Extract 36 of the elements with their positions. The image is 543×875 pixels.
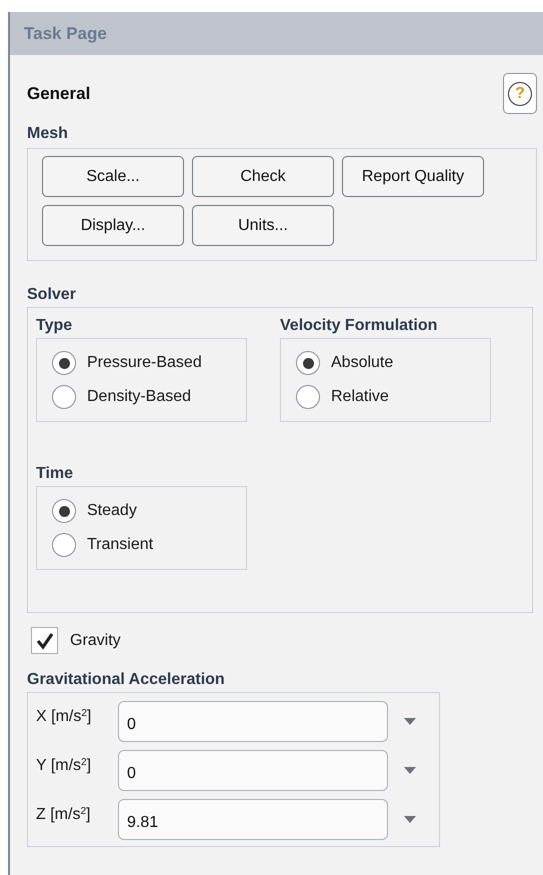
mesh-button[interactable]: Units... (192, 205, 334, 246)
radio-label: Relative (331, 387, 389, 407)
radio-label: Steady (87, 501, 137, 521)
radio-button[interactable] (52, 499, 76, 523)
mesh-button[interactable]: Check (192, 156, 334, 197)
radio-button[interactable] (52, 385, 76, 409)
mesh-button[interactable]: Display... (42, 205, 184, 246)
group-heading: Time (36, 464, 74, 484)
group-heading: Velocity Formulation (280, 316, 438, 336)
checkbox-label: Gravity (70, 630, 121, 650)
field-label: X [m/s$^{2}$] (36, 707, 92, 727)
dropdown-arrow-icon[interactable] (404, 718, 416, 725)
radio-button[interactable] (296, 351, 320, 375)
gravity-checkbox[interactable] (31, 627, 58, 654)
field-label: Y [m/s$^{2}$] (36, 756, 92, 776)
radio-button[interactable] (296, 385, 320, 409)
mesh-button[interactable]: Report Quality (342, 156, 484, 197)
radio-button[interactable] (52, 351, 76, 375)
radio-label: Absolute (331, 353, 394, 373)
dropdown-arrow-icon[interactable] (404, 767, 416, 774)
value-field[interactable]: 0 (118, 701, 388, 742)
group-heading: Type (36, 316, 74, 336)
mesh-button[interactable]: Scale... (42, 156, 184, 197)
radio-label: Pressure-Based (87, 353, 202, 373)
radio-label: Density-Based (87, 387, 192, 407)
page-title: General (27, 82, 90, 105)
value-field[interactable]: 9.81 (118, 799, 388, 840)
radio-label: Transient (87, 535, 154, 555)
section-heading: Gravitational Acceleration (27, 670, 226, 690)
value-field[interactable]: 0 (118, 750, 388, 791)
field-label: Z [m/s$^{2}$] (36, 805, 92, 825)
panel-title: Task Page (24, 22, 107, 45)
section-heading: Solver (27, 285, 77, 305)
dropdown-arrow-icon[interactable] (404, 816, 416, 823)
radio-button[interactable] (52, 533, 76, 557)
section-heading: Mesh (27, 124, 69, 144)
